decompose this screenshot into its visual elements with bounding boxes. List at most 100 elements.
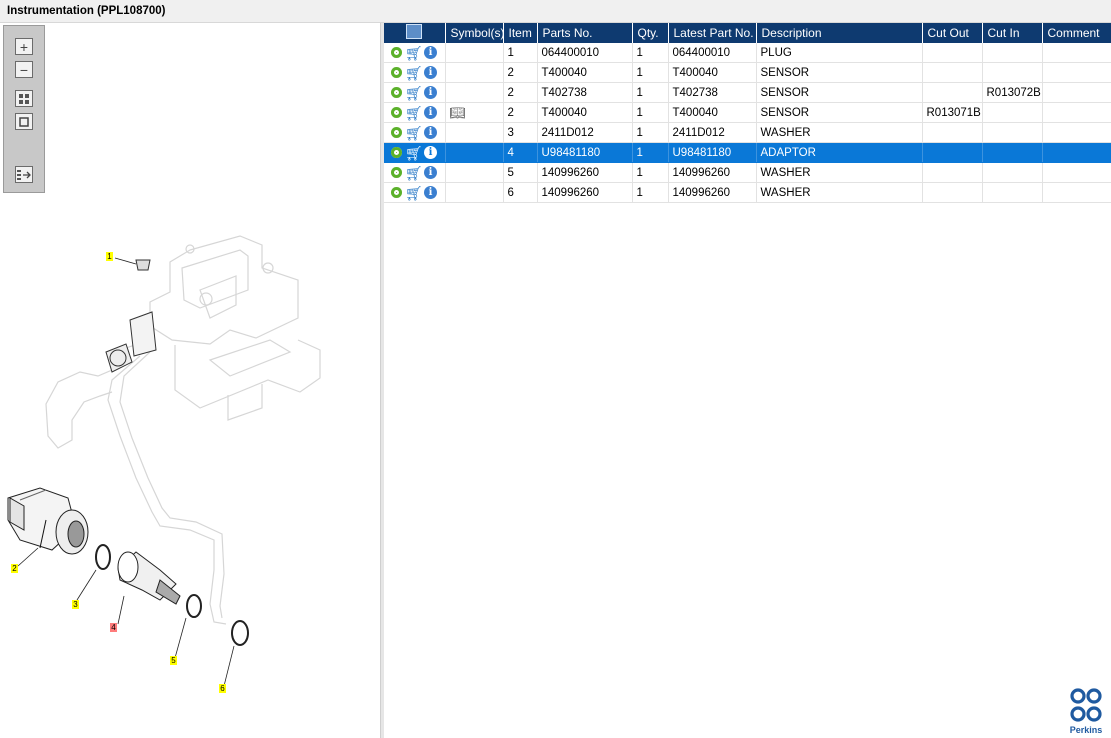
comment-cell [1042, 43, 1111, 63]
symbol-cell [445, 122, 504, 143]
gear-icon[interactable] [391, 67, 402, 78]
callout-1[interactable]: 1 [106, 252, 113, 261]
parts-table: Symbol(s) Item Parts No. Qty. Latest Par… [384, 23, 1111, 203]
description-cell: WASHER [756, 122, 923, 143]
column-header-cut-in[interactable]: Cut In [982, 23, 1043, 43]
comment-cell [1042, 122, 1111, 143]
table-row[interactable]: 🛒︎ i 6 140996260 1 140996260 WASHER [384, 182, 1111, 203]
callout-5[interactable]: 5 [170, 656, 177, 665]
table-row[interactable]: 🛒︎ i 5 140996260 1 140996260 WASHER [384, 162, 1111, 183]
search-parts-icon[interactable] [406, 24, 423, 39]
cut-out-cell [922, 82, 983, 103]
symbol-cell [445, 43, 504, 63]
cart-icon[interactable]: 🛒︎ [405, 146, 423, 160]
comment-cell [1042, 162, 1111, 183]
cart-icon[interactable]: 🛒︎ [405, 166, 423, 180]
description-cell: SENSOR [756, 62, 923, 83]
item-cell: 1 [503, 43, 538, 63]
info-icon[interactable]: i [424, 126, 437, 139]
cart-icon[interactable]: 🛒︎ [405, 66, 423, 80]
item-cell: 2 [503, 62, 538, 83]
info-icon[interactable]: i [424, 46, 437, 59]
description-cell: PLUG [756, 43, 923, 63]
parts-no-cell: T400040 [537, 102, 633, 123]
column-header-actions[interactable] [384, 23, 446, 43]
illustration-pane[interactable]: + − 1 2 3 4 5 6 [0, 23, 380, 738]
cut-in-cell [982, 162, 1043, 183]
row-actions: 🛒︎ i [384, 82, 446, 103]
symbol-cell [445, 162, 504, 183]
cut-in-cell [982, 102, 1043, 123]
gear-icon[interactable] [391, 87, 402, 98]
symbol-cell [445, 82, 504, 103]
cart-icon[interactable]: 🛒︎ [405, 106, 423, 120]
latest-part-no-cell: 2411D012 [668, 122, 757, 143]
qty-cell: 1 [632, 43, 669, 63]
parts-no-cell: 140996260 [537, 162, 633, 183]
column-header-symbols[interactable]: Symbol(s) [445, 23, 504, 43]
info-icon[interactable]: i [424, 146, 437, 159]
cut-in-cell: R013072B [982, 82, 1043, 103]
info-icon[interactable]: i [424, 186, 437, 199]
column-header-comment[interactable]: Comment [1042, 23, 1111, 43]
symbol-cell [445, 62, 504, 83]
cut-out-cell [922, 43, 983, 63]
column-header-parts-no[interactable]: Parts No. [537, 23, 633, 43]
table-row[interactable]: 🛒︎ i 2 T402738 1 T402738 SENSOR R013072B [384, 82, 1111, 103]
comment-cell [1042, 142, 1111, 163]
window-title: Instrumentation (PPL108700) [7, 5, 166, 17]
cart-icon[interactable]: 🛒︎ [405, 46, 423, 60]
info-icon[interactable]: i [424, 86, 437, 99]
cart-icon[interactable]: 🛒︎ [405, 186, 423, 200]
latest-part-no-cell: T400040 [668, 102, 757, 123]
gear-icon[interactable] [391, 127, 402, 138]
row-actions: 🛒︎ i [384, 43, 446, 63]
table-row[interactable]: 🛒︎ i 4 U98481180 1 U98481180 ADAPTOR [384, 142, 1111, 163]
cart-icon[interactable]: 🛒︎ [405, 126, 423, 140]
cut-out-cell [922, 162, 983, 183]
parts-no-cell: T400040 [537, 62, 633, 83]
description-cell: SENSOR [756, 102, 923, 123]
item-cell: 5 [503, 162, 538, 183]
cart-icon[interactable]: 🛒︎ [405, 86, 423, 100]
table-row[interactable]: 🛒︎ i 1 064400010 1 064400010 PLUG [384, 43, 1111, 63]
perkins-logo-text: Perkins [1069, 725, 1103, 735]
latest-part-no-cell: U98481180 [668, 142, 757, 163]
symbol-cell: 📖︎ [445, 102, 504, 123]
column-header-qty[interactable]: Qty. [632, 23, 669, 43]
table-row[interactable]: 🛒︎ i 📖︎ 2 T400040 1 T400040 SENSOR R013071B [384, 102, 1111, 123]
gear-icon[interactable] [391, 167, 402, 178]
qty-cell: 1 [632, 182, 669, 203]
gear-icon[interactable] [391, 147, 402, 158]
cut-out-cell [922, 122, 983, 143]
book-icon[interactable]: 📖︎ [450, 105, 467, 120]
callout-2[interactable]: 2 [11, 564, 18, 573]
column-header-latest-part-no[interactable]: Latest Part No. [668, 23, 757, 43]
cut-out-cell: R013071B [922, 102, 983, 123]
column-header-item[interactable]: Item [503, 23, 538, 43]
parts-no-cell: 2411D012 [537, 122, 633, 143]
gear-icon[interactable] [391, 107, 402, 118]
item-cell: 3 [503, 122, 538, 143]
qty-cell: 1 [632, 102, 669, 123]
callout-3[interactable]: 3 [72, 600, 79, 609]
column-header-description[interactable]: Description [756, 23, 923, 43]
callout-4[interactable]: 4 [110, 623, 117, 632]
info-icon[interactable]: i [424, 106, 437, 119]
item-cell: 4 [503, 142, 538, 163]
row-actions: 🛒︎ i [384, 102, 446, 123]
callout-6[interactable]: 6 [219, 684, 226, 693]
parts-illustration [7, 235, 321, 687]
gear-icon[interactable] [391, 47, 402, 58]
parts-no-cell: 140996260 [537, 182, 633, 203]
gear-icon[interactable] [391, 187, 402, 198]
qty-cell: 1 [632, 82, 669, 103]
latest-part-no-cell: T402738 [668, 82, 757, 103]
row-actions: 🛒︎ i [384, 182, 446, 203]
table-row[interactable]: 🛒︎ i 3 2411D012 1 2411D012 WASHER [384, 122, 1111, 143]
column-header-cut-out[interactable]: Cut Out [922, 23, 983, 43]
table-row[interactable]: 🛒︎ i 2 T400040 1 T400040 SENSOR [384, 62, 1111, 83]
cut-out-cell [922, 182, 983, 203]
info-icon[interactable]: i [424, 66, 437, 79]
info-icon[interactable]: i [424, 166, 437, 179]
